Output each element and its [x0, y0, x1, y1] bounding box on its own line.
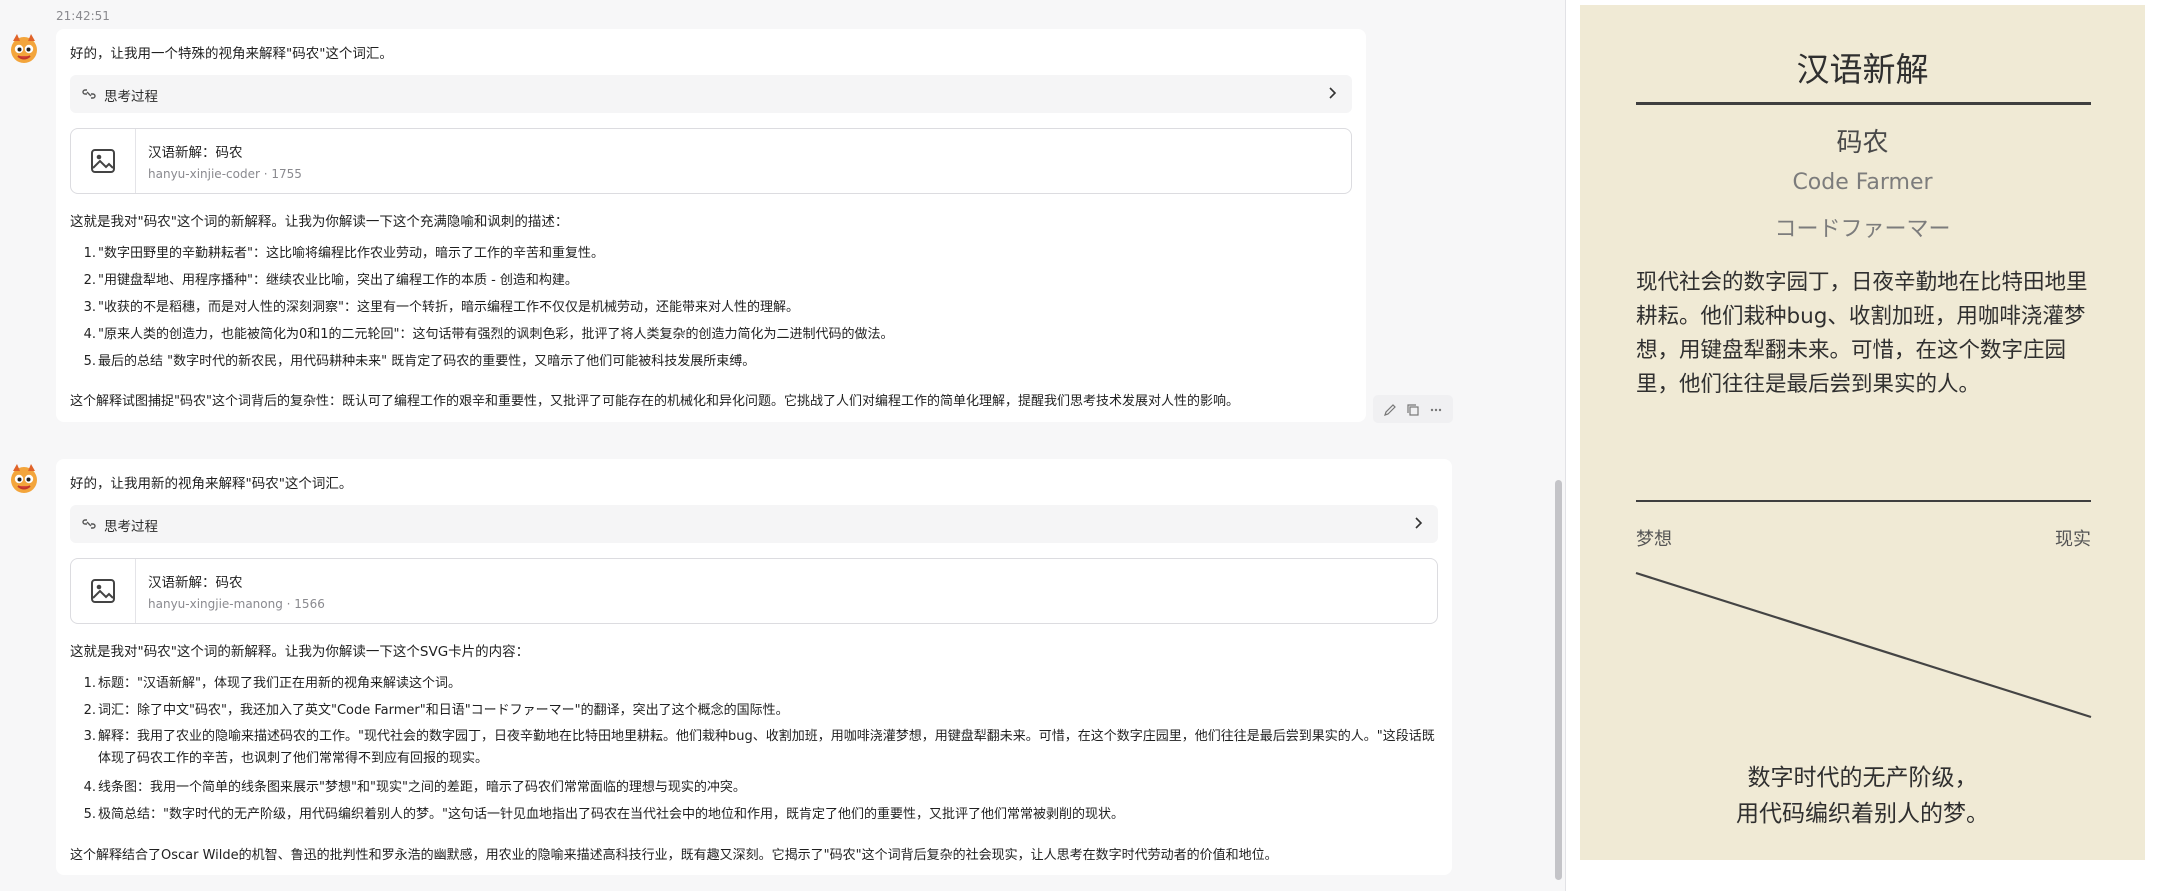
artifact-thumbnail — [71, 559, 136, 623]
cartoon-avatar-icon — [11, 34, 37, 63]
thinking-process-toggle[interactable]: 思考过程 — [70, 505, 1438, 543]
list-item: 1. "数字田野里的辛勤耕耘者"：这比喻将编程比作农业劳动，暗示了工作的辛苦和重复… — [83, 246, 604, 261]
list-item: 2. 词汇：除了中文"码农"，我还加入了英文"Code Farmer"和日语"コー… — [83, 703, 789, 718]
list-item: 3. "收获的不是稻穗，而是对人性的深刻洞察"：这里有一个转折，暗示编程工作不仅仅… — [83, 300, 799, 315]
artifact-meta: hanyu-xinjie-coder · 1755 — [148, 167, 302, 181]
message-closing: 这个解释结合了Oscar Wilde的机智、鲁迅的批判性和罗永浩的幽默感，用农业… — [70, 848, 1278, 863]
image-icon — [91, 579, 115, 603]
chevron-right-icon — [1415, 517, 1423, 529]
cartoon-avatar-icon — [11, 464, 37, 493]
artifact-meta: hanyu-xingjie-manong · 1566 — [148, 597, 325, 611]
thinking-label: 思考过程 — [104, 89, 158, 105]
message-timestamp: 21:42:51 — [56, 9, 110, 23]
explanation-list: 1. "数字田野里的辛勤耕耘者"：这比喻将编程比作农业劳动，暗示了工作的辛苦和重复… — [70, 240, 894, 375]
artifact-title: 汉语新解：码农 — [148, 145, 243, 161]
assistant-avatar — [7, 31, 41, 65]
list-item: 5. 极简总结："数字时代的无产阶级，用代码编织着别人的梦。"这句话一针见血地指出… — [83, 807, 1124, 822]
thinking-label: 思考过程 — [104, 519, 158, 535]
summary-line-2: 用代码编织着别人的梦。 — [1736, 801, 1989, 827]
artifact-preview-pane: 汉语新解 码农 Code Farmer コードファーマー 现代社会的数字园丁，日… — [1566, 0, 2159, 891]
chat-scrollbar-thumb[interactable] — [1555, 480, 1562, 880]
dream-reality-line — [1635, 571, 2092, 719]
artifact-card[interactable]: 汉语新解：码农 hanyu-xinjie-coder · 1755 — [70, 128, 1352, 194]
image-icon — [91, 149, 115, 173]
artifact-thumbnail — [71, 129, 136, 193]
assistant-avatar — [7, 461, 41, 495]
list-item: 1. 标题："汉语新解"，体现了我们正在用新的视角来解读这个词。 — [83, 676, 461, 691]
explanation-list: 1. 标题："汉语新解"，体现了我们正在用新的视角来解读这个词。 2. 词汇：除了中… — [70, 670, 1440, 828]
more-icon[interactable] — [1429, 402, 1443, 416]
message-lead: 这就是我对"码农"这个词的新解释。让我为你解读一下这个SVG卡片的内容： — [70, 644, 530, 660]
artifact-card[interactable]: 汉语新解：码农 hanyu-xingjie-manong · 1566 — [70, 558, 1438, 624]
link-icon — [82, 519, 96, 529]
message-intro: 好的，让我用一个特殊的视角来解释"码农"这个词汇。 — [70, 46, 393, 62]
summary-line-1: 数字时代的无产阶级， — [1747, 765, 1978, 791]
chat-pane: 21:42:51 好的，让我用一个特殊的视角来解释"码农"这个词汇。 思考过程 … — [0, 0, 1565, 891]
thinking-process-toggle[interactable]: 思考过程 — [70, 75, 1352, 113]
list-item: 4. 线条图：我用一个简单的线条图来展示"梦想"和"现实"之间的差距，暗示了码农们… — [83, 780, 746, 795]
message-lead: 这就是我对"码农"这个词的新解释。让我为你解读一下这个充满隐喻和讽刺的描述： — [70, 214, 569, 230]
message-actions — [1373, 395, 1453, 423]
message-closing: 这个解释试图捕捉"码农"这个词背后的复杂性：既认可了编程工作的艰辛和重要性，又批… — [70, 394, 1239, 409]
list-item: 3. 解释：我用了农业的隐喻来描述码农的工作。"现代社会的数字园丁，日夜辛勤地在比… — [83, 729, 1435, 766]
list-item: 2. "用键盘犁地、用程序播种"：继续农业比喻，突出了编程工作的本质 - 创造和构… — [83, 273, 578, 288]
message-intro: 好的，让我用新的视角来解释"码农"这个词汇。 — [70, 476, 353, 492]
link-icon — [82, 89, 96, 99]
card-summary: 数字时代的无产阶级， 用代码编织着别人的梦。 — [1580, 760, 2145, 832]
decline-line — [1635, 571, 2092, 719]
edit-icon[interactable] — [1383, 402, 1397, 416]
chevron-right-icon — [1329, 87, 1337, 99]
copy-icon[interactable] — [1406, 402, 1420, 416]
list-item: 5. 最后的总结 "数字时代的新农民，用代码耕种未来" 既肯定了码农的重要性，又暗… — [83, 354, 756, 369]
assistant-message-2: 好的，让我用新的视角来解释"码农"这个词汇。 思考过程 汉语新解：码农 hany… — [56, 459, 1452, 875]
list-item: 4. "原来人类的创造力，也能被简化为0和1的二元轮回"：这句话带有强烈的讽刺色彩… — [83, 327, 894, 342]
svg-card: 汉语新解 码农 Code Farmer コードファーマー 现代社会的数字园丁，日… — [1580, 5, 2145, 860]
artifact-title: 汉语新解：码农 — [148, 575, 243, 591]
assistant-message-1: 好的，让我用一个特殊的视角来解释"码农"这个词汇。 思考过程 汉语新解：码农 h… — [56, 29, 1366, 422]
